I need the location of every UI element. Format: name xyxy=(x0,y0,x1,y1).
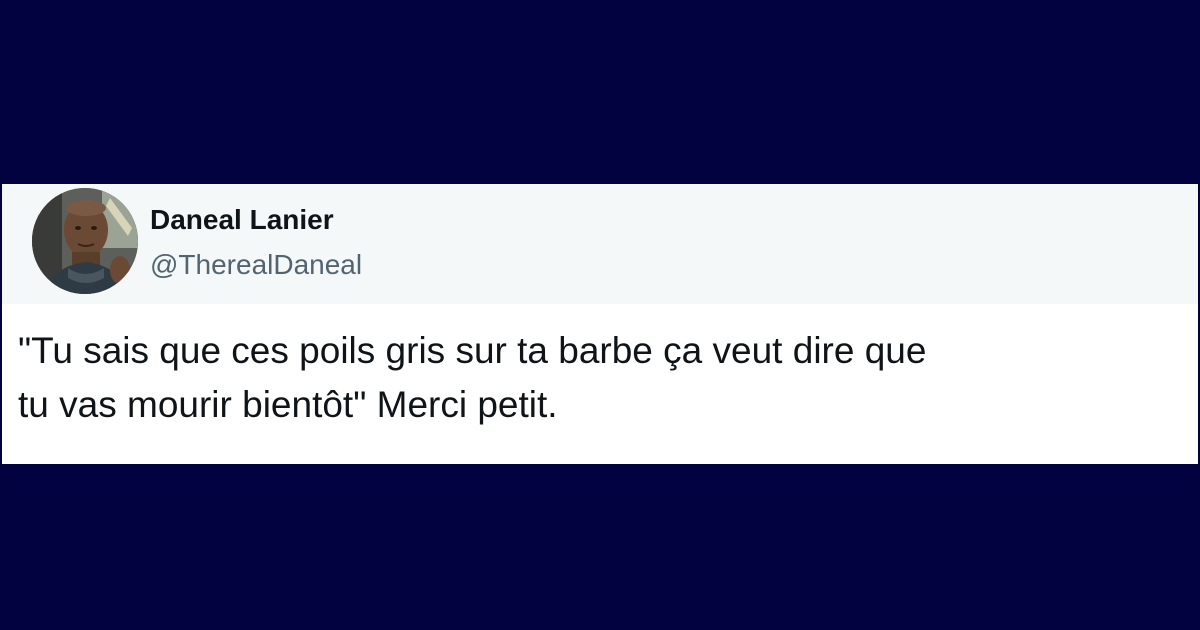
avatar[interactable] xyxy=(32,188,138,294)
tweet-header: Daneal Lanier @TherealDaneal xyxy=(2,184,1198,304)
author-handle[interactable]: @TherealDaneal xyxy=(150,247,362,283)
tweet-card: Daneal Lanier @TherealDaneal "Tu sais qu… xyxy=(2,184,1198,464)
profile-photo-icon xyxy=(32,188,138,294)
tweet-text: "Tu sais que ces poils gris sur ta barbe… xyxy=(18,330,927,425)
author-display-name[interactable]: Daneal Lanier xyxy=(150,202,334,238)
page-background: Daneal Lanier @TherealDaneal "Tu sais qu… xyxy=(0,0,1200,630)
